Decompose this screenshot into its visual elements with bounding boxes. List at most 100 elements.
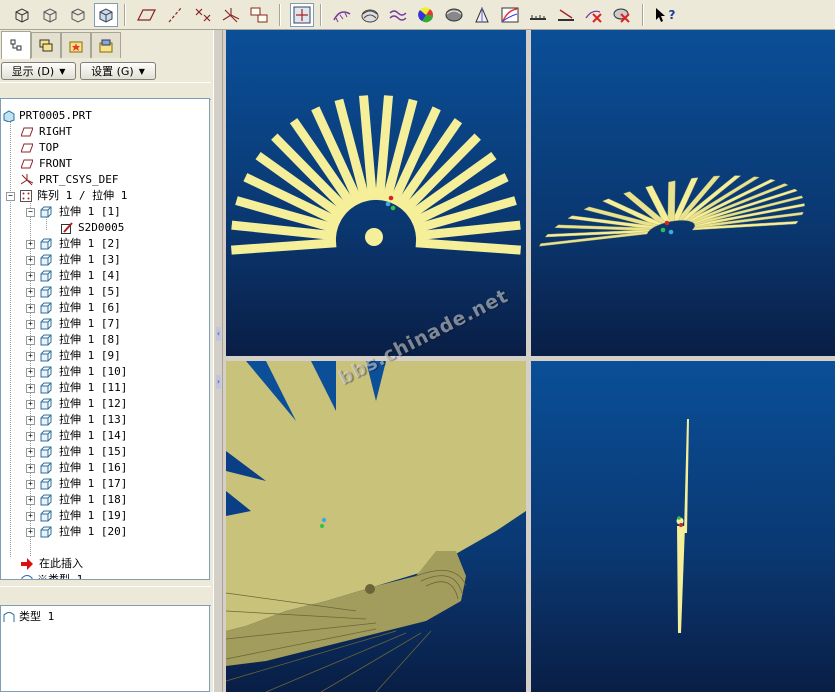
extrude-icon [40, 462, 52, 474]
tree-item-label: 拉伸 1 [17] [59, 477, 128, 490]
context-help-icon[interactable]: ? [652, 3, 676, 27]
tree-guide [10, 116, 11, 557]
extrude-icon [40, 206, 52, 218]
datum-plane-icon [21, 127, 33, 137]
tree-item-label: TOP [39, 141, 59, 154]
spin-center-icon[interactable] [290, 3, 314, 27]
expand-icon[interactable]: + [26, 448, 35, 457]
collapse-icon[interactable]: − [26, 208, 35, 217]
reflection-icon[interactable] [498, 3, 522, 27]
expand-icon[interactable]: + [26, 336, 35, 345]
expand-icon[interactable]: + [26, 272, 35, 281]
folder-tab[interactable] [91, 32, 121, 58]
fan-zoom-view [226, 361, 526, 692]
viewport-bottom-left[interactable] [226, 361, 526, 692]
extrude-icon [40, 446, 52, 458]
layer-tab[interactable] [31, 32, 61, 58]
datum-axis-icon[interactable] [163, 3, 187, 27]
extrude-icon [40, 526, 52, 538]
extrude-icon [40, 510, 52, 522]
model-tree-tab[interactable] [1, 31, 31, 59]
expand-icon[interactable]: + [26, 352, 35, 361]
detail-item-label: 类型 1 [19, 610, 55, 623]
tree-item-label: 拉伸 1 [15] [59, 445, 128, 458]
tree-item-label: 拉伸 1 [12] [59, 397, 128, 410]
datum-plane-icon [21, 159, 33, 169]
expand-icon[interactable]: + [26, 480, 35, 489]
panel-splitter[interactable]: ‹ › [213, 30, 223, 692]
show-dropdown-button[interactable]: 显示 (D) ▼ [1, 62, 76, 80]
navigator-tabs [0, 30, 213, 60]
expand-icon[interactable]: + [26, 368, 35, 377]
csys-marker [385, 201, 391, 207]
extrude-icon [40, 382, 52, 394]
draft-icon[interactable] [470, 3, 494, 27]
shade-box-icon[interactable] [442, 3, 466, 27]
delete-analysis-icon[interactable] [582, 3, 606, 27]
collapse-left-icon[interactable]: ‹ [216, 327, 221, 341]
view-side-icon[interactable] [66, 3, 90, 27]
color-shade-icon[interactable] [414, 3, 438, 27]
chevron-down-icon: ▼ [59, 66, 66, 76]
tree-item-label: RIGHT [39, 125, 73, 138]
surface-type-icon [3, 612, 15, 622]
pattern-icon [20, 190, 32, 202]
viewport-top-right[interactable] [531, 30, 835, 356]
detail-pane[interactable]: 类型 1 [0, 605, 210, 692]
wave-analysis-icon[interactable] [386, 3, 410, 27]
expand-icon[interactable]: + [26, 256, 35, 265]
tree-item-label: 拉伸 1 [5] [59, 285, 121, 298]
extrude-icon [40, 494, 52, 506]
csys-icon[interactable] [219, 3, 243, 27]
fan-hub [365, 228, 383, 246]
tree-item-label: ※类型 1 [37, 573, 84, 580]
expand-icon[interactable]: + [26, 288, 35, 297]
settings-button-label: 设置 (G) [91, 65, 134, 78]
expand-icon[interactable]: + [26, 320, 35, 329]
expand-icon[interactable]: + [26, 240, 35, 249]
datum-point-icon[interactable] [191, 3, 215, 27]
tree-item-label: 拉伸 1 [6] [59, 301, 121, 314]
chevron-down-icon: ▼ [138, 66, 145, 76]
measure-icon[interactable] [554, 3, 578, 27]
expand-icon[interactable]: + [26, 464, 35, 473]
tree-item-label: 阵列 1 / 拉伸 1 [37, 189, 128, 202]
annotation-icon[interactable] [247, 3, 271, 27]
settings-dropdown-button[interactable]: 设置 (G) ▼ [80, 62, 156, 80]
viewport-bottom-right[interactable] [531, 361, 835, 692]
clear-icon[interactable] [610, 3, 634, 27]
view-iso-icon[interactable] [10, 3, 34, 27]
curve-analysis-icon[interactable] [330, 3, 354, 27]
expand-icon[interactable]: + [26, 384, 35, 393]
view-shaded-icon[interactable] [94, 3, 118, 27]
expand-right-icon[interactable]: › [216, 375, 221, 389]
expand-icon[interactable]: + [26, 400, 35, 409]
tree-root-label: PRT0005.PRT [19, 109, 92, 122]
expand-icon[interactable]: + [26, 432, 35, 441]
tree-button-row: 显示 (D) ▼ 设置 (G) ▼ [0, 61, 213, 81]
favorites-tab[interactable] [61, 32, 91, 58]
view-front-icon[interactable] [38, 3, 62, 27]
tree-item-label: 拉伸 1 [3] [59, 253, 121, 266]
part-icon [3, 110, 15, 122]
model-tree[interactable]: PRT0005.PRT RIGHT TOP FRONT PRT_CSYS_DEF… [0, 98, 210, 580]
expand-icon[interactable]: + [26, 416, 35, 425]
extrude-icon [40, 334, 52, 346]
expand-icon[interactable]: + [26, 496, 35, 505]
ruler-icon[interactable] [526, 3, 550, 27]
surface-analysis-icon[interactable] [358, 3, 382, 27]
expand-icon[interactable]: + [26, 528, 35, 537]
expand-icon[interactable]: + [26, 512, 35, 521]
arrow-right-icon [21, 558, 33, 570]
datum-plane-icon[interactable] [135, 3, 159, 27]
help-mark: ? [668, 8, 676, 22]
expand-icon[interactable]: + [26, 304, 35, 313]
extrude-icon [40, 286, 52, 298]
tree-item-label: 拉伸 1 [4] [59, 269, 121, 282]
graphics-area[interactable]: bbs.chinade.net [224, 30, 835, 692]
show-button-label: 显示 (D) [11, 65, 55, 78]
collapse-icon[interactable]: − [6, 192, 15, 201]
csys-icon [21, 174, 33, 186]
fan-blade [231, 238, 337, 255]
detail-header[interactable] [0, 586, 211, 606]
